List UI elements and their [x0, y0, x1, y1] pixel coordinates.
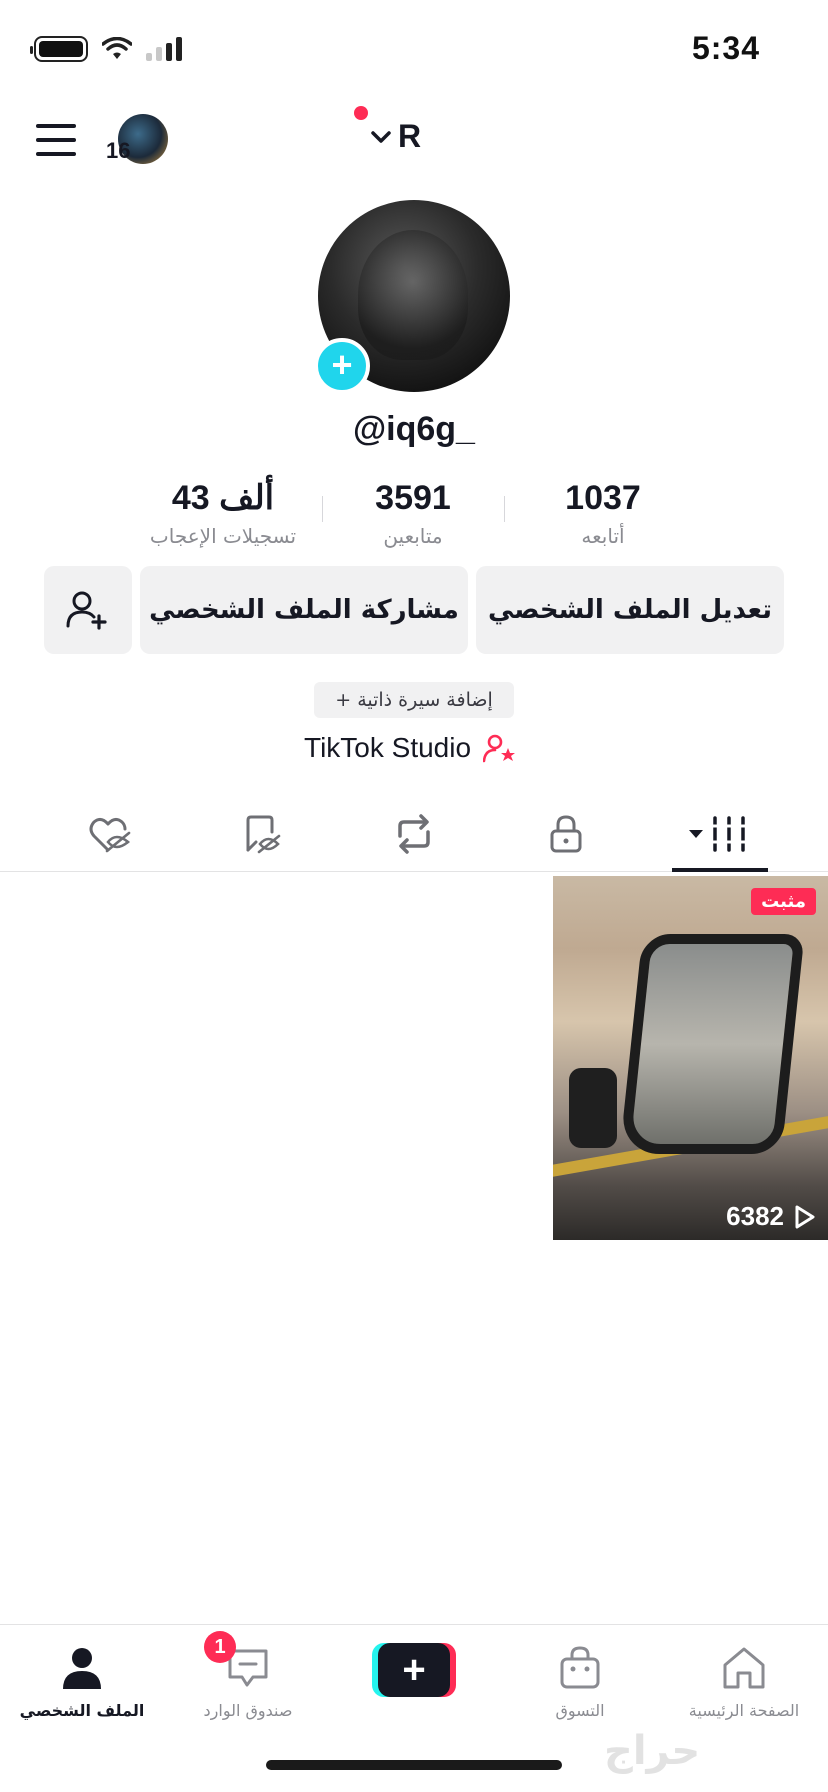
lock-icon	[550, 815, 582, 853]
heart-hidden-icon	[89, 817, 131, 853]
following-count: 1037	[565, 479, 641, 517]
play-icon	[795, 1205, 815, 1228]
avatar-count: 16	[106, 138, 131, 163]
edit-profile-button[interactable]: تعديل الملف الشخصي	[476, 566, 784, 654]
nav-profile-label: الملف الشخصي	[19, 1701, 145, 1720]
account-initial: R	[398, 118, 422, 154]
plus-icon: +	[378, 1643, 450, 1697]
notification-dot	[354, 106, 368, 120]
content-tabs	[0, 796, 828, 872]
add-story-button[interactable]: +	[314, 338, 370, 394]
add-user-icon	[66, 591, 107, 630]
tab-reposts[interactable]	[366, 806, 462, 862]
profile-icon	[63, 1648, 101, 1689]
profile-stats: 43 ألف تسجيلات الإعجاب 3591 متابعين 1037…	[138, 476, 658, 556]
nav-home-label: الصفحة الرئيسية	[688, 1701, 800, 1720]
stat-followers[interactable]: 3591 متابعين	[328, 476, 498, 548]
plus-icon: +	[331, 343, 353, 385]
chevron-down-icon	[371, 130, 391, 143]
stat-following[interactable]: 1037 أتابعه	[518, 476, 688, 548]
status-time: 5:34	[691, 30, 760, 66]
studio-label: TikTok Studio	[304, 732, 472, 763]
likes-count: 43 ألف	[171, 479, 275, 517]
stat-divider	[504, 496, 505, 522]
home-icon	[723, 1647, 765, 1689]
menu-icon[interactable]	[36, 124, 76, 156]
add-friend-button[interactable]	[44, 566, 132, 654]
signal-icon	[146, 37, 182, 61]
likes-label: تسجيلات الإعجاب	[149, 524, 297, 548]
nav-inbox[interactable]: 1 صندوق الوارد	[168, 1631, 328, 1720]
stat-divider	[322, 496, 323, 522]
tab-favorites[interactable]	[214, 806, 310, 862]
nav-shop[interactable]: التسوق	[500, 1639, 660, 1720]
bookmark-hidden-icon	[246, 815, 281, 854]
shopping-bag-icon	[560, 1646, 600, 1689]
creator-star-icon	[483, 734, 516, 763]
following-label: أتابعه	[581, 524, 625, 548]
tab-private[interactable]	[518, 806, 614, 862]
active-tab-indicator	[672, 868, 768, 872]
inbox-badge: 1	[204, 1631, 236, 1663]
account-switcher[interactable]: R	[354, 106, 422, 155]
thumbnail-art	[569, 1068, 617, 1148]
tab-liked[interactable]	[62, 806, 158, 862]
nav-home[interactable]: الصفحة الرئيسية	[664, 1639, 824, 1720]
pinned-badge: مثبت	[751, 888, 816, 915]
share-profile-button[interactable]: مشاركة الملف الشخصي	[140, 566, 468, 654]
profile-handle: @iq6g_	[353, 410, 475, 448]
view-count-value: 6382	[726, 1201, 784, 1231]
add-bio-button[interactable]: + إضافة سيرة ذاتية	[314, 682, 514, 718]
tab-videos[interactable]	[672, 806, 768, 862]
followers-count: 3591	[375, 479, 451, 517]
followers-label: متابعين	[383, 524, 443, 548]
video-thumbnail[interactable]: مثبت 6382	[553, 876, 828, 1240]
thumbnail-art	[619, 934, 805, 1154]
tiktok-studio-link[interactable]: TikTok Studio	[304, 732, 517, 764]
battery-icon	[30, 36, 88, 62]
nav-profile[interactable]: الملف الشخصي	[2, 1639, 162, 1720]
nav-shop-label: التسوق	[555, 1701, 605, 1720]
grid-icon	[689, 816, 747, 852]
watermark-logo: حراج	[604, 1728, 701, 1774]
home-indicator[interactable]	[266, 1760, 562, 1770]
wifi-icon	[102, 37, 132, 59]
stat-likes[interactable]: 43 ألف تسجيلات الإعجاب	[138, 476, 308, 548]
status-icons	[30, 36, 182, 62]
nav-inbox-label: صندوق الوارد	[203, 1701, 293, 1720]
status-bar: 5:34	[0, 0, 828, 100]
repost-icon	[398, 814, 430, 854]
view-count: 6382	[726, 1201, 816, 1232]
create-button[interactable]: +	[372, 1643, 456, 1697]
